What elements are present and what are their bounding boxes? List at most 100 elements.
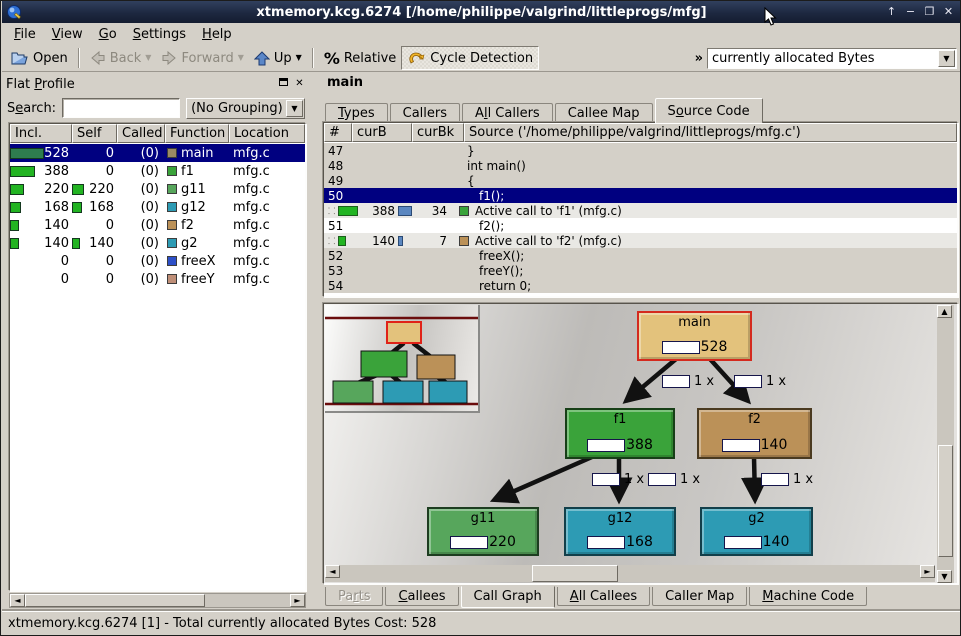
tab-caller-map[interactable]: Caller Map xyxy=(652,587,747,606)
table-row-freeX[interactable]: 0 0 (0) freeX mfg.c xyxy=(10,252,305,270)
up-dropdown-icon[interactable]: ▼ xyxy=(296,53,302,63)
active-call-row[interactable]: ⸬ 388 34 Active call to 'f1' (mfg.c) xyxy=(324,203,957,218)
graph-node-f1[interactable]: f1 388 xyxy=(565,408,675,459)
table-row-f2[interactable]: 140 0 (0) f2 mfg.c xyxy=(10,216,305,234)
scroll-left-icon[interactable]: ◄ xyxy=(10,594,25,607)
tab-all-callees[interactable]: All Callees xyxy=(557,587,650,606)
column-header-function[interactable]: Function xyxy=(165,124,229,143)
shade-button[interactable]: ↑ xyxy=(883,4,900,20)
tab-machine-code[interactable]: Machine Code xyxy=(749,587,867,606)
column-header-line[interactable]: # xyxy=(324,123,352,142)
tab-callers[interactable]: Callers xyxy=(390,103,460,123)
tab-source-code[interactable]: Source Code xyxy=(655,98,763,123)
table-row-freeY[interactable]: 0 0 (0) freeY mfg.c xyxy=(10,270,305,288)
grouping-value: (No Grouping) xyxy=(187,101,285,116)
mouse-cursor xyxy=(764,7,778,27)
menu-view[interactable]: View xyxy=(44,25,91,44)
function-color-swatch xyxy=(167,238,177,248)
flat-profile-hscrollbar[interactable]: ◄ ► xyxy=(9,593,306,608)
column-header-incl[interactable]: Incl. xyxy=(10,124,72,143)
graph-node-main[interactable]: main 528 xyxy=(637,311,752,361)
title-bar: xtmemory.kcg.6274 [/home/philippe/valgri… xyxy=(2,1,961,23)
scroll-down-icon[interactable]: ▼ xyxy=(937,570,952,583)
tab-types[interactable]: Types xyxy=(325,103,388,123)
toolbar-overflow-chevron[interactable]: » xyxy=(691,51,707,66)
source-line[interactable]: 47 } xyxy=(324,143,957,158)
scroll-up-icon[interactable]: ▲ xyxy=(937,305,952,318)
column-header-curb[interactable]: curB xyxy=(352,123,412,142)
table-row-f1[interactable]: 388 0 (0) f1 mfg.c xyxy=(10,162,305,180)
back-button[interactable]: Back ▼ xyxy=(85,46,157,70)
graph-node-g2[interactable]: g2 140 xyxy=(700,507,813,556)
menu-file[interactable]: File xyxy=(6,25,44,44)
open-button[interactable]: Open xyxy=(6,46,73,70)
scrollbar-thumb[interactable] xyxy=(532,565,618,582)
column-header-called[interactable]: Called xyxy=(117,124,165,143)
table-row-main[interactable]: 528 0 (0) main mfg.c xyxy=(10,144,305,162)
graph-node-g12[interactable]: g12 168 xyxy=(564,507,676,556)
scrollbar-thumb[interactable] xyxy=(25,594,205,607)
scroll-right-icon[interactable]: ► xyxy=(920,565,935,578)
dock-float-button[interactable] xyxy=(277,78,290,91)
search-input[interactable] xyxy=(62,98,180,118)
table-row-g12[interactable]: 168 168 (0) g12 mfg.c xyxy=(10,198,305,216)
maximize-button[interactable]: ❐ xyxy=(921,4,938,20)
active-call-row[interactable]: ⸬ 140 7 Active call to 'f2' (mfg.c) xyxy=(324,233,957,248)
forward-dropdown-icon[interactable]: ▼ xyxy=(238,53,244,63)
function-color-swatch xyxy=(167,166,177,176)
cost-bar xyxy=(724,536,762,549)
app-icon xyxy=(7,4,23,20)
table-row-g2[interactable]: 140 140 (0) g2 mfg.c xyxy=(10,234,305,252)
dock-close-button[interactable]: ✕ xyxy=(293,78,306,91)
tab-callee-map[interactable]: Callee Map xyxy=(555,103,653,123)
tab-call-graph[interactable]: Call Graph xyxy=(461,586,555,608)
column-header-curbk[interactable]: curBk xyxy=(412,123,464,142)
column-header-source[interactable]: Source ('/home/philippe/valgrind/littlep… xyxy=(464,123,957,142)
tab-all-callers[interactable]: All Callers xyxy=(462,103,553,123)
status-text: xtmemory.kcg.6274 [1] - Total currently … xyxy=(8,616,436,631)
cycle-detection-toggle-button[interactable]: Cycle Detection xyxy=(401,46,539,70)
graph-vscrollbar[interactable]: ▲ ▼ xyxy=(937,305,954,583)
function-color-swatch xyxy=(459,206,469,216)
source-line[interactable]: 48 int main() xyxy=(324,158,957,173)
table-row-g11[interactable]: 220 220 (0) g11 mfg.c xyxy=(10,180,305,198)
up-button[interactable]: Up ▼ xyxy=(249,46,307,70)
grouping-combobox[interactable]: (No Grouping) ▼ xyxy=(186,98,305,119)
call-graph-canvas[interactable]: main 528 f1 388 f2 140 g11 220 g12 168 g… xyxy=(323,303,958,584)
source-line[interactable]: 53 freeY(); xyxy=(324,263,957,278)
relative-toggle-button[interactable]: % Relative xyxy=(319,46,401,70)
menu-go[interactable]: Go xyxy=(91,25,125,44)
graph-overview-minimap[interactable] xyxy=(325,305,480,413)
scroll-right-icon[interactable]: ► xyxy=(290,594,305,607)
graph-node-f2[interactable]: f2 140 xyxy=(697,408,812,459)
source-line[interactable]: 54 return 0; xyxy=(324,278,957,293)
combo-dropdown-icon[interactable]: ▼ xyxy=(286,100,303,117)
column-header-self[interactable]: Self xyxy=(72,124,117,143)
tab-parts[interactable]: Parts xyxy=(325,587,383,606)
close-button[interactable]: ✕ xyxy=(940,4,957,20)
menu-help[interactable]: Help xyxy=(194,25,240,44)
source-line-selected[interactable]: 50 f1(); xyxy=(324,188,957,203)
source-line[interactable]: 52 freeX(); xyxy=(324,248,957,263)
back-dropdown-icon[interactable]: ▼ xyxy=(145,53,151,63)
minimize-button[interactable]: − xyxy=(902,4,919,20)
forward-button[interactable]: Forward ▼ xyxy=(156,46,248,70)
menu-settings[interactable]: Settings xyxy=(125,25,194,44)
graph-hscrollbar[interactable]: ◄ ► xyxy=(325,565,935,582)
source-line[interactable]: 51 f2(); xyxy=(324,218,957,233)
toolbar-separator xyxy=(312,48,314,68)
graph-node-g11[interactable]: g11 220 xyxy=(427,507,539,556)
source-tabs: Types Callers All Callers Callee Map Sou… xyxy=(325,97,765,123)
scroll-left-icon[interactable]: ◄ xyxy=(325,565,340,578)
forward-arrow-icon xyxy=(161,51,177,65)
toolbar-separator xyxy=(78,48,80,68)
flat-profile-dock: Flat Profile ✕ Search: (No Grouping) ▼ I… xyxy=(3,73,309,611)
edge-label-main-f1: 1 x xyxy=(662,374,714,389)
column-header-location[interactable]: Location xyxy=(229,124,305,143)
event-type-combobox[interactable]: currently allocated Bytes ▼ xyxy=(707,48,957,69)
tab-callees[interactable]: Callees xyxy=(385,587,458,606)
function-color-swatch xyxy=(167,220,177,230)
combo-dropdown-icon[interactable]: ▼ xyxy=(938,50,955,67)
source-line[interactable]: 49 { xyxy=(324,173,957,188)
scrollbar-thumb[interactable] xyxy=(938,445,953,557)
